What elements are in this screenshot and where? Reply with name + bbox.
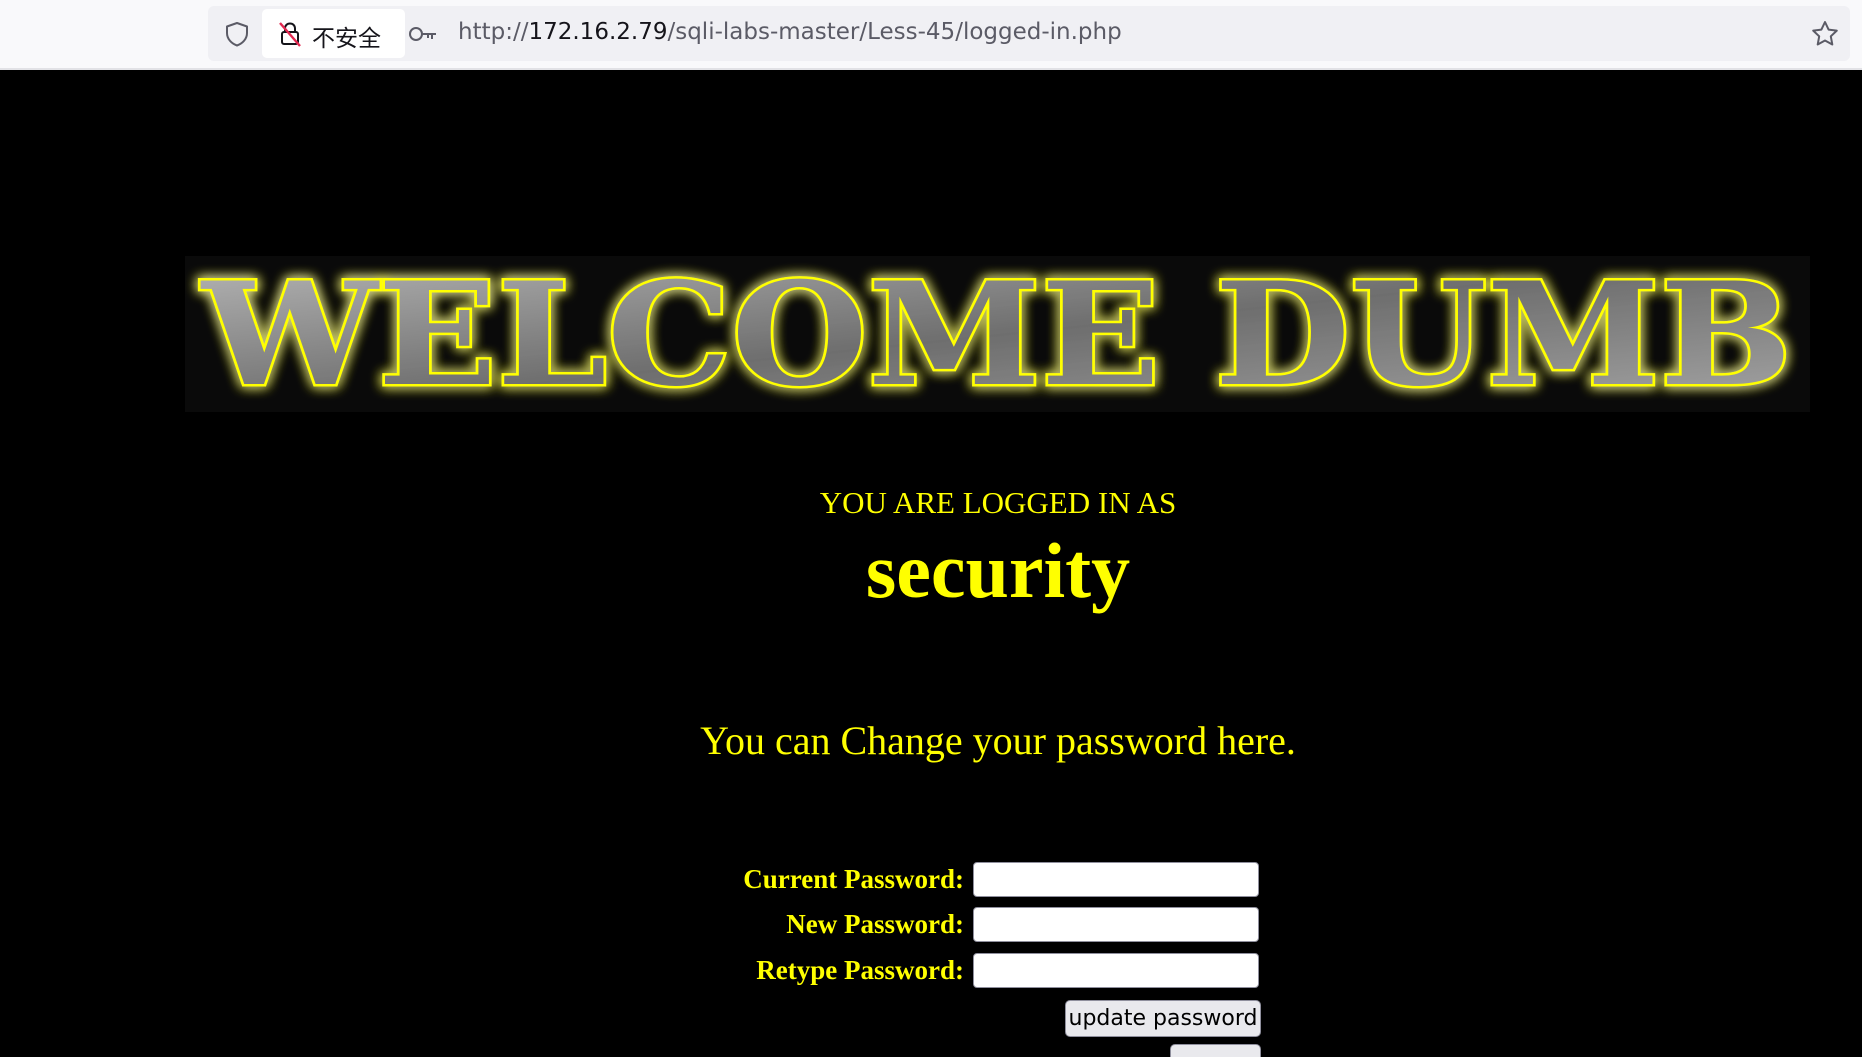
address-bar[interactable]: 不安全 http://172.16.2.79/sqli-labs-master/… — [208, 6, 1850, 61]
new-password-label: New Password: — [786, 909, 964, 939]
shield-icon[interactable] — [224, 21, 250, 47]
welcome-banner: WELCOME DUMB — [185, 256, 1810, 412]
current-password-label: Current Password: — [743, 864, 964, 894]
url-scheme: http:// — [458, 19, 529, 45]
connection-security-button[interactable]: 不安全 — [262, 9, 405, 58]
key-icon[interactable] — [408, 23, 438, 45]
browser-toolbar: 不安全 http://172.16.2.79/sqli-labs-master/… — [0, 0, 1862, 70]
url-path: /sqli-labs-master/Less-45/logged-in.php — [667, 19, 1122, 45]
username: security — [865, 527, 1131, 614]
lock-warning-icon — [278, 21, 302, 47]
change-password-heading: You can Change your password here. — [700, 718, 1296, 763]
bookmark-star-icon[interactable] — [1810, 19, 1840, 49]
secondary-button[interactable] — [1170, 1044, 1261, 1057]
security-label: 不安全 — [312, 26, 381, 52]
retype-password-input[interactable] — [973, 953, 1259, 988]
url-text[interactable]: http://172.16.2.79/sqli-labs-master/Less… — [458, 19, 1122, 45]
logged-in-label: YOU ARE LOGGED IN AS — [819, 485, 1177, 520]
new-password-input[interactable] — [973, 907, 1259, 942]
current-password-input[interactable] — [973, 862, 1259, 897]
retype-password-label: Retype Password: — [756, 955, 964, 985]
welcome-banner-text: WELCOME DUMB — [200, 256, 1792, 412]
url-host: 172.16.2.79 — [528, 19, 668, 45]
update-password-button[interactable]: update password — [1065, 1000, 1261, 1037]
